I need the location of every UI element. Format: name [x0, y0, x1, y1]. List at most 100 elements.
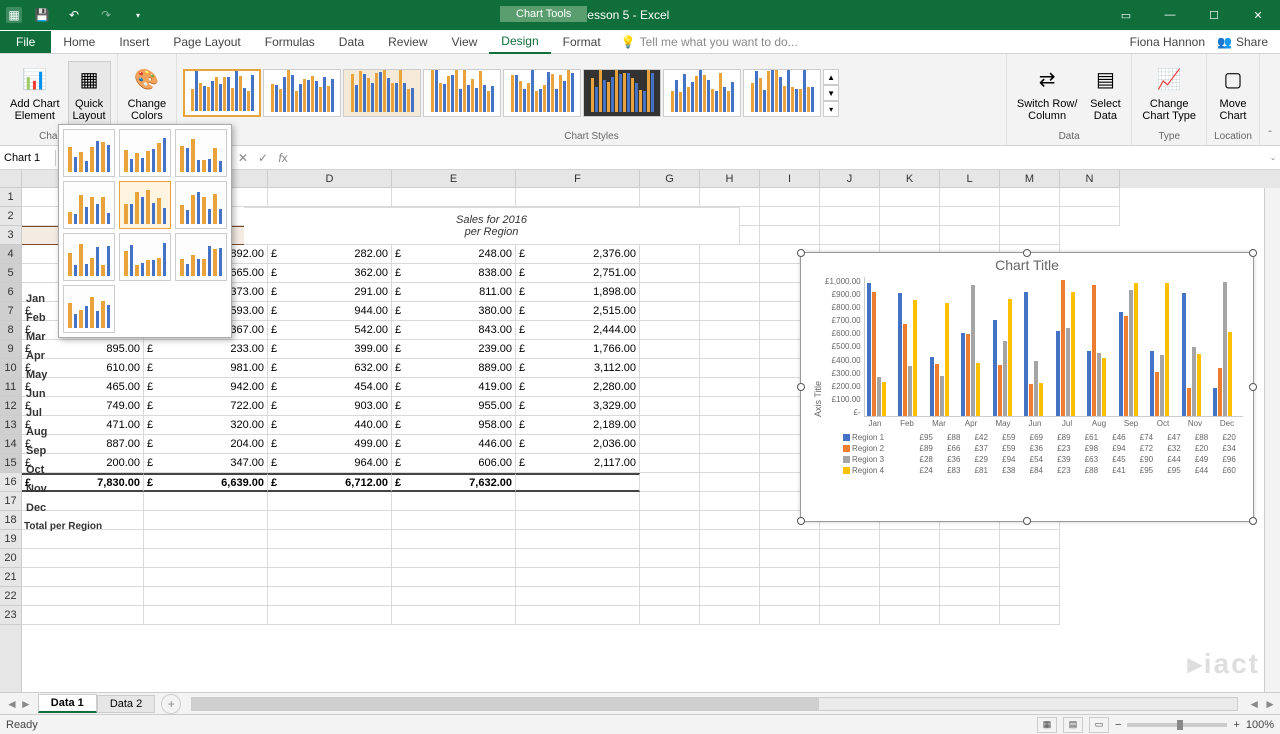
cell[interactable] [700, 568, 760, 587]
cell[interactable] [760, 226, 820, 245]
layout-option-9[interactable] [175, 233, 227, 281]
chart-style-7[interactable] [663, 69, 741, 117]
cell[interactable] [1000, 549, 1060, 568]
tab-home[interactable]: Home [51, 31, 107, 53]
chart-handle-sw[interactable] [797, 517, 805, 525]
col-header-G[interactable]: G [640, 170, 700, 188]
chart-handle-s[interactable] [1023, 517, 1031, 525]
cell[interactable] [516, 492, 640, 511]
cell-f-Aug[interactable]: £2,280.00 [516, 378, 640, 397]
cell[interactable] [268, 549, 392, 568]
cell[interactable] [700, 492, 760, 511]
col-header-J[interactable]: J [820, 170, 880, 188]
cell[interactable] [516, 549, 640, 568]
cell[interactable] [640, 511, 700, 530]
chart-plot-area[interactable] [864, 277, 1243, 417]
cell[interactable] [820, 207, 880, 226]
cell[interactable] [700, 188, 760, 207]
cell[interactable] [700, 302, 760, 321]
chart-style-8[interactable] [743, 69, 821, 117]
chart-styles-gallery[interactable]: ▲ ▼ ▾ [183, 56, 1000, 130]
cell-f-Apr[interactable]: £2,515.00 [516, 302, 640, 321]
hscroll-right[interactable]: ► [1264, 697, 1276, 711]
cell-d-Jan[interactable]: £282.00 [268, 245, 392, 264]
cell[interactable] [22, 549, 144, 568]
cell[interactable] [392, 511, 516, 530]
normal-view-icon[interactable]: ▦ [1037, 717, 1057, 733]
tab-format[interactable]: Format [551, 31, 613, 53]
cell-f-May[interactable]: £2,444.00 [516, 321, 640, 340]
cell[interactable] [640, 473, 700, 492]
row-header-11[interactable]: 11 [0, 378, 21, 397]
row-header-5[interactable]: 5 [0, 264, 21, 283]
share-button[interactable]: 👥Share [1217, 35, 1268, 49]
cell[interactable] [392, 587, 516, 606]
cell[interactable] [820, 188, 880, 207]
redo-icon[interactable]: ↷ [94, 3, 118, 27]
cell[interactable] [516, 511, 640, 530]
cell[interactable] [700, 264, 760, 283]
cell[interactable] [820, 568, 880, 587]
cell[interactable] [700, 606, 760, 625]
cell[interactable] [820, 530, 880, 549]
cell[interactable] [700, 530, 760, 549]
cell-c-Aug[interactable]: £942.00 [144, 378, 268, 397]
page-break-view-icon[interactable]: ▭ [1089, 717, 1109, 733]
cell[interactable] [640, 454, 700, 473]
cell[interactable] [880, 606, 940, 625]
add-chart-element-button[interactable]: 📊 Add Chart Element [6, 62, 64, 124]
cell[interactable] [392, 492, 516, 511]
cell-d-Mar[interactable]: £291.00 [268, 283, 392, 302]
row-header-9[interactable]: 9 [0, 340, 21, 359]
row-header-13[interactable]: 13 [0, 416, 21, 435]
cell-f-Sep[interactable]: £3,329.00 [516, 397, 640, 416]
save-icon[interactable]: 💾 [30, 3, 54, 27]
insert-function-icon[interactable]: fx [274, 151, 292, 165]
row-header-22[interactable]: 22 [0, 587, 21, 606]
qat-customize-icon[interactable]: ▾ [126, 3, 150, 27]
chart-style-5[interactable] [503, 69, 581, 117]
cell[interactable] [640, 416, 700, 435]
cell-f-Feb[interactable]: £2,751.00 [516, 264, 640, 283]
cell[interactable] [820, 549, 880, 568]
cell[interactable] [516, 530, 640, 549]
row-header-3[interactable]: 3 [0, 226, 21, 245]
cell[interactable] [940, 188, 1000, 207]
col-header-M[interactable]: M [1000, 170, 1060, 188]
cell-d-Jul[interactable]: £632.00 [268, 359, 392, 378]
cell-f-Jan[interactable]: £2,376.00 [516, 245, 640, 264]
zoom-level[interactable]: 100% [1246, 719, 1274, 731]
row-header-20[interactable]: 20 [0, 549, 21, 568]
cell-d-Jun[interactable]: £399.00 [268, 340, 392, 359]
cell[interactable] [1000, 530, 1060, 549]
layout-option-3[interactable] [175, 129, 227, 177]
cell[interactable] [144, 606, 268, 625]
cell[interactable] [516, 188, 640, 207]
cell[interactable] [700, 454, 760, 473]
cell-c-Dec[interactable]: £347.00 [144, 454, 268, 473]
layout-option-2[interactable] [119, 129, 171, 177]
cell-e-Jul[interactable]: £889.00 [392, 359, 516, 378]
cell[interactable] [392, 568, 516, 587]
cell-e-Aug[interactable]: £419.00 [392, 378, 516, 397]
cell[interactable] [640, 587, 700, 606]
row-header-14[interactable]: 14 [0, 435, 21, 454]
cell-e-Nov[interactable]: £446.00 [392, 435, 516, 454]
layout-option-6[interactable] [175, 181, 227, 229]
tab-data[interactable]: Data [327, 31, 376, 53]
cell[interactable] [392, 606, 516, 625]
cell[interactable] [268, 188, 392, 207]
sheet-nav-prev[interactable]: ◄ [6, 697, 18, 711]
col-header-N[interactable]: N [1060, 170, 1120, 188]
quick-layout-button[interactable]: ▦ Quick Layout [68, 61, 111, 125]
cell[interactable] [144, 568, 268, 587]
cell[interactable] [516, 606, 640, 625]
sheet-tab-data2[interactable]: Data 2 [97, 695, 155, 713]
chart-handle-ne[interactable] [1249, 249, 1257, 257]
cell[interactable] [144, 492, 268, 511]
tab-file[interactable]: File [0, 31, 51, 53]
chart-style-4[interactable] [423, 69, 501, 117]
cell[interactable] [820, 226, 880, 245]
cell[interactable] [760, 530, 820, 549]
cell[interactable] [880, 530, 940, 549]
